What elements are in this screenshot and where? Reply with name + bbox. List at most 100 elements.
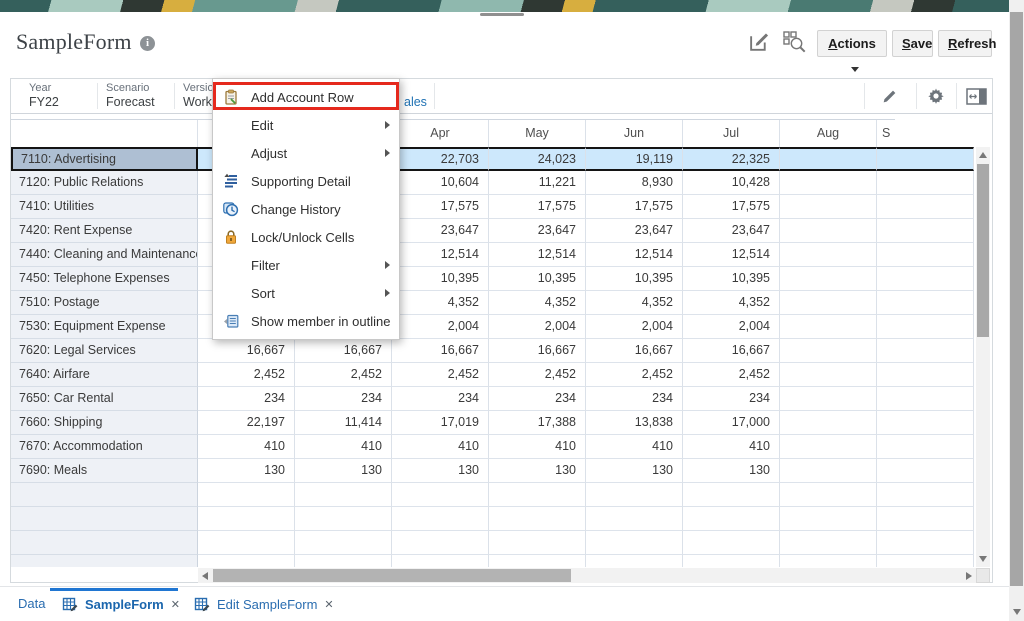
pencil-icon[interactable] (877, 84, 901, 108)
column-header-apr[interactable]: Apr (392, 120, 489, 148)
info-icon[interactable]: i (140, 36, 155, 51)
data-cell[interactable] (877, 219, 974, 243)
data-cell[interactable] (877, 411, 974, 435)
data-cell[interactable] (780, 171, 877, 195)
data-cell[interactable] (780, 435, 877, 459)
vertical-scrollbar-thumb[interactable] (977, 164, 989, 337)
data-cell[interactable] (877, 387, 974, 411)
menu-item-change-history[interactable]: Change History (213, 195, 399, 223)
data-cell[interactable] (780, 147, 877, 171)
row-header[interactable] (11, 507, 198, 531)
data-cell[interactable] (683, 483, 780, 507)
tab-data[interactable]: Data (18, 596, 45, 611)
data-cell[interactable] (877, 555, 974, 567)
menu-item-show-member-in-outline[interactable]: Show member in outline (213, 307, 399, 335)
data-cell[interactable]: 16,667 (198, 339, 295, 363)
row-header[interactable]: 7640: Airfare (11, 363, 198, 387)
data-cell[interactable] (586, 555, 683, 567)
actions-button[interactable]: Actions (817, 30, 887, 57)
data-cell[interactable]: 23,647 (392, 219, 489, 243)
data-cell[interactable] (780, 483, 877, 507)
menu-item-add-account-row[interactable]: Add Account Row (213, 83, 399, 111)
tab-sampleform[interactable]: SampleForm✕ (62, 596, 180, 612)
data-cell[interactable]: 234 (295, 387, 392, 411)
data-cell[interactable]: 4,352 (392, 291, 489, 315)
data-cell[interactable] (877, 243, 974, 267)
data-cell[interactable]: 17,575 (392, 195, 489, 219)
column-header-s[interactable]: S (877, 120, 895, 148)
data-cell[interactable]: 19,119 (586, 147, 683, 171)
pov-dimension-scenario[interactable]: ScenarioForecast (106, 82, 155, 110)
data-cell[interactable]: 2,452 (295, 363, 392, 387)
data-cell[interactable]: 2,004 (489, 315, 586, 339)
horizontal-scrollbar[interactable] (198, 568, 976, 583)
data-cell[interactable]: 17,575 (489, 195, 586, 219)
menu-item-sort[interactable]: Sort (213, 279, 399, 307)
data-cell[interactable] (877, 363, 974, 387)
pov-dimension-year[interactable]: YearFY22 (29, 82, 59, 110)
data-cell[interactable]: 2,004 (683, 315, 780, 339)
data-cell[interactable]: 12,514 (586, 243, 683, 267)
data-cell[interactable]: 17,388 (489, 411, 586, 435)
data-cell[interactable] (586, 483, 683, 507)
data-cell[interactable]: 10,604 (392, 171, 489, 195)
data-cell[interactable]: 16,667 (295, 339, 392, 363)
data-cell[interactable] (877, 339, 974, 363)
data-cell[interactable]: 16,667 (586, 339, 683, 363)
data-cell[interactable] (489, 483, 586, 507)
data-cell[interactable]: 130 (392, 459, 489, 483)
data-cell[interactable]: 130 (489, 459, 586, 483)
data-cell[interactable] (683, 507, 780, 531)
data-cell[interactable]: 17,575 (586, 195, 683, 219)
gear-icon[interactable] (924, 84, 948, 108)
data-cell[interactable]: 23,647 (586, 219, 683, 243)
data-cell[interactable]: 16,667 (683, 339, 780, 363)
close-icon[interactable]: ✕ (324, 598, 333, 611)
data-cell[interactable] (780, 387, 877, 411)
data-cell[interactable]: 12,514 (489, 243, 586, 267)
data-cell[interactable] (683, 555, 780, 567)
row-header[interactable]: 7450: Telephone Expenses (11, 267, 198, 291)
data-cell[interactable]: 11,221 (489, 171, 586, 195)
data-cell[interactable]: 130 (295, 459, 392, 483)
data-cell[interactable] (877, 147, 974, 171)
row-header[interactable]: 7650: Car Rental (11, 387, 198, 411)
data-cell[interactable]: 16,667 (489, 339, 586, 363)
data-cell[interactable]: 234 (198, 387, 295, 411)
data-cell[interactable] (780, 219, 877, 243)
data-cell[interactable] (780, 411, 877, 435)
data-cell[interactable]: 234 (683, 387, 780, 411)
data-cell[interactable] (198, 483, 295, 507)
close-icon[interactable]: ✕ (171, 598, 180, 611)
data-cell[interactable] (198, 555, 295, 567)
data-cell[interactable]: 234 (392, 387, 489, 411)
page-scroll-down-arrow-icon[interactable] (1013, 609, 1021, 615)
menu-item-supporting-detail[interactable]: Supporting Detail (213, 167, 399, 195)
data-cell[interactable]: 130 (198, 459, 295, 483)
save-button[interactable]: Save (892, 30, 933, 57)
data-cell[interactable] (877, 291, 974, 315)
data-cell[interactable]: 10,428 (683, 171, 780, 195)
data-cell[interactable]: 10,395 (586, 267, 683, 291)
data-cell[interactable] (877, 195, 974, 219)
data-cell[interactable]: 17,019 (392, 411, 489, 435)
data-cell[interactable]: 2,452 (392, 363, 489, 387)
data-cell[interactable]: 130 (683, 459, 780, 483)
data-cell[interactable]: 16,667 (392, 339, 489, 363)
menu-item-filter[interactable]: Filter (213, 251, 399, 279)
data-cell[interactable]: 12,514 (683, 243, 780, 267)
data-cell[interactable]: 10,395 (392, 267, 489, 291)
data-cell[interactable] (392, 531, 489, 555)
data-cell[interactable] (392, 507, 489, 531)
menu-item-edit[interactable]: Edit (213, 111, 399, 139)
data-cell[interactable]: 23,647 (683, 219, 780, 243)
data-cell[interactable]: 10,395 (683, 267, 780, 291)
data-cell[interactable] (489, 507, 586, 531)
data-cell[interactable] (780, 315, 877, 339)
data-cell[interactable] (780, 531, 877, 555)
data-cell[interactable] (295, 483, 392, 507)
data-cell[interactable]: 410 (683, 435, 780, 459)
data-cell[interactable]: 2,452 (586, 363, 683, 387)
row-header[interactable]: 7510: Postage (11, 291, 198, 315)
data-cell[interactable]: 130 (586, 459, 683, 483)
